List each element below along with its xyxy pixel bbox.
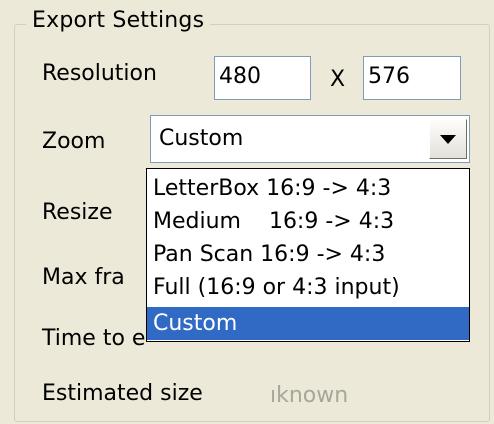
zoom-option-medium[interactable]: Medium 16:9 -> 4:3	[147, 205, 469, 238]
estimated-size-label: Estimated size	[42, 381, 203, 406]
group-title: Export Settings	[26, 6, 211, 36]
zoom-dropdown-list[interactable]: LetterBox 16:9 -> 4:3 Medium 16:9 -> 4:3…	[146, 168, 470, 342]
resolution-width-input[interactable]: 480	[214, 56, 311, 100]
resolution-height-input[interactable]: 576	[363, 56, 461, 100]
resolution-label: Resolution	[42, 61, 157, 86]
zoom-option-custom[interactable]: Custom	[147, 307, 469, 340]
time-to-encode-label: Time to e	[42, 326, 146, 351]
zoom-option-pan-scan[interactable]: Pan Scan 16:9 -> 4:3	[147, 238, 469, 271]
zoom-option-letterbox[interactable]: LetterBox 16:9 -> 4:3	[147, 172, 469, 205]
zoom-combobox[interactable]: Custom	[150, 115, 470, 163]
zoom-option-full[interactable]: Full (16:9 or 4:3 input)	[147, 271, 469, 304]
zoom-label: Zoom	[42, 129, 106, 154]
resolution-separator: X	[330, 67, 346, 92]
zoom-selected-value: Custom	[159, 126, 244, 151]
dropdown-arrow-button[interactable]	[429, 119, 467, 159]
max-frame-label: Max fra	[42, 265, 125, 290]
chevron-down-icon	[440, 134, 456, 144]
estimated-size-value: ıknown	[270, 383, 349, 408]
resize-label: Resize	[42, 200, 113, 225]
